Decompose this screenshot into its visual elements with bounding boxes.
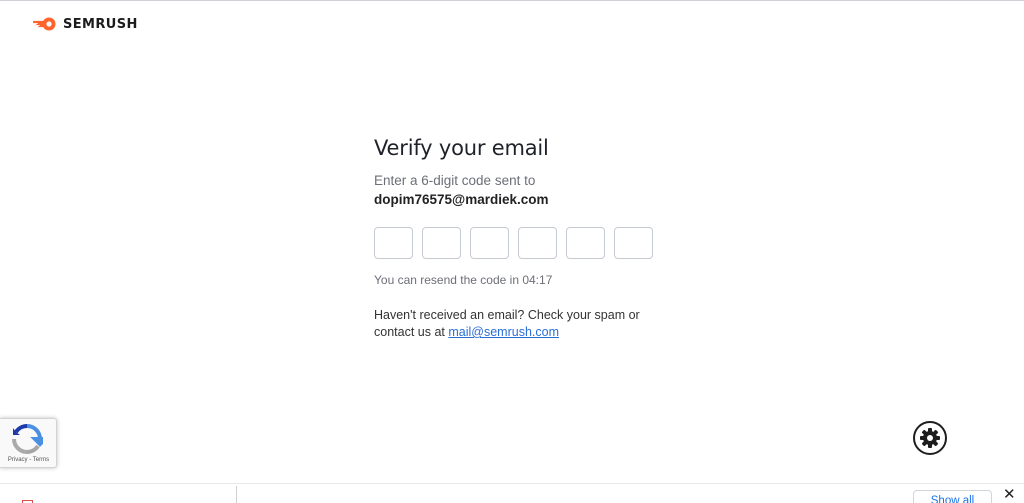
logo-text: SEMRUSH	[63, 16, 138, 32]
code-input-row	[374, 227, 674, 259]
recipient-email: dopim76575@mardiek.com	[374, 192, 549, 207]
code-digit-1[interactable]	[374, 227, 413, 259]
support-email-link[interactable]: mail@semrush.com	[448, 325, 559, 339]
page-title: Verify your email	[374, 136, 549, 160]
verify-email-panel: Verify your email Enter a 6-digit code s…	[374, 136, 674, 341]
show-all-button[interactable]: Show all	[913, 490, 992, 503]
code-digit-5[interactable]	[566, 227, 605, 259]
recaptcha-links[interactable]: Privacy - Terms	[0, 457, 57, 463]
code-digit-3[interactable]	[470, 227, 509, 259]
settings-button[interactable]	[913, 421, 947, 455]
resend-countdown: You can resend the code in 04:17	[374, 273, 553, 287]
code-digit-6[interactable]	[614, 227, 653, 259]
gear-icon	[920, 428, 940, 448]
recaptcha-badge[interactable]: Privacy - Terms	[0, 418, 57, 468]
code-sent-text: Enter a 6-digit code sent to	[374, 173, 536, 188]
page: SEMRUSH Verify your email Enter a 6-digi…	[0, 0, 1024, 503]
code-digit-2[interactable]	[422, 227, 461, 259]
recaptcha-icon	[12, 423, 43, 455]
semrush-logo[interactable]: SEMRUSH	[33, 16, 138, 32]
code-digit-4[interactable]	[518, 227, 557, 259]
download-separator	[236, 486, 237, 503]
help-text: Haven't received an email? Check your sp…	[374, 307, 644, 341]
download-bar: Show all ✕	[0, 483, 1024, 503]
semrush-flame-icon	[33, 17, 56, 31]
close-icon[interactable]: ✕	[1003, 487, 1016, 502]
